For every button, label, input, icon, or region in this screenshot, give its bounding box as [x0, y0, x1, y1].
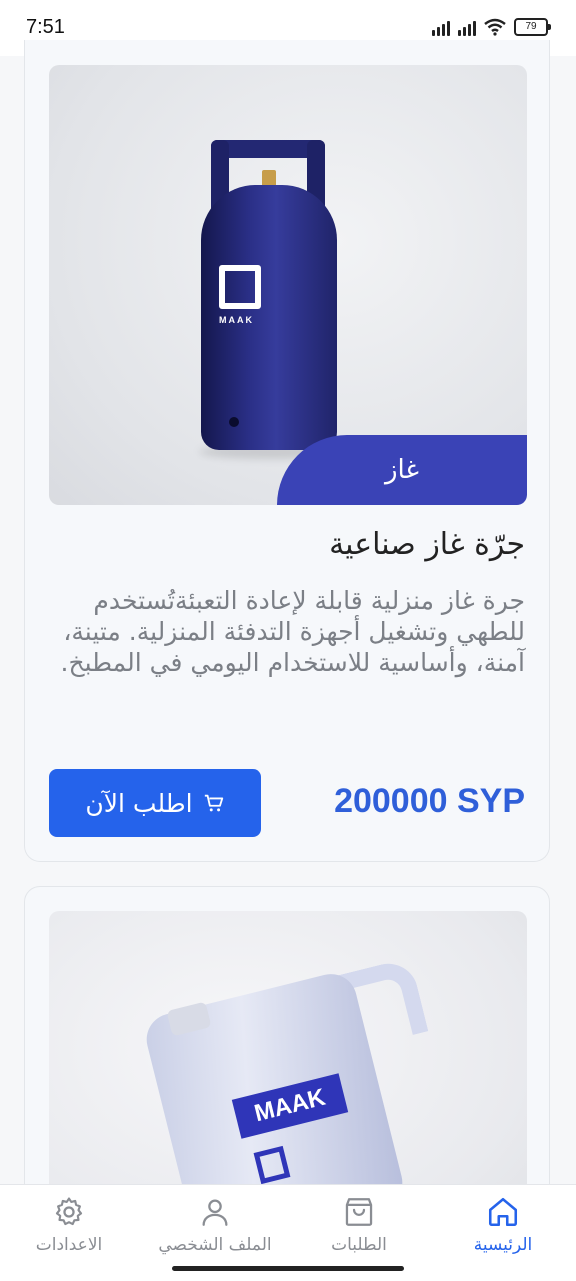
wifi-icon	[484, 18, 506, 36]
product-title: جرّة غاز صناعية	[329, 527, 525, 562]
nav-home-label: الرئيسية	[473, 1235, 533, 1255]
nav-settings-label: الاعدادات	[35, 1235, 103, 1255]
home-indicator[interactable]	[172, 1266, 404, 1271]
status-time: 7:51	[26, 16, 65, 38]
nav-home[interactable]: الرئيسية	[438, 1195, 568, 1255]
product-description: جرة غاز منزلية قابلة لإعادة التعبئةتُستخ…	[60, 586, 525, 677]
signal-icon	[432, 18, 450, 36]
cart-icon	[204, 794, 223, 812]
product-image: MAAK غاز	[49, 65, 527, 505]
gear-icon	[55, 1197, 83, 1226]
nav-orders[interactable]: الطلبات	[294, 1195, 424, 1255]
category-badge: غاز	[277, 435, 527, 505]
shopping-bag-icon	[345, 1198, 373, 1226]
battery-icon: 79	[514, 18, 551, 36]
product-price: 200000 SYP	[334, 782, 525, 820]
brand-logo-icon	[219, 265, 261, 309]
brand-logo-text: MAAK	[219, 315, 254, 325]
nav-profile[interactable]: الملف الشخصي	[150, 1195, 280, 1255]
home-icon	[488, 1197, 518, 1227]
signal-icon-2	[458, 18, 476, 36]
order-now-label: اطلب الآن	[85, 788, 193, 818]
product-card: MAAK غاز جرّة غاز صناعية جرة غاز منزلية …	[24, 40, 550, 862]
order-now-button[interactable]: اطلب الآن	[49, 769, 261, 837]
nav-settings[interactable]: الاعدادات	[4, 1195, 134, 1255]
nav-orders-label: الطلبات	[331, 1235, 387, 1255]
nav-profile-label: الملف الشخصي	[158, 1235, 272, 1255]
status-icons: 79	[432, 18, 551, 36]
user-icon	[202, 1199, 228, 1226]
